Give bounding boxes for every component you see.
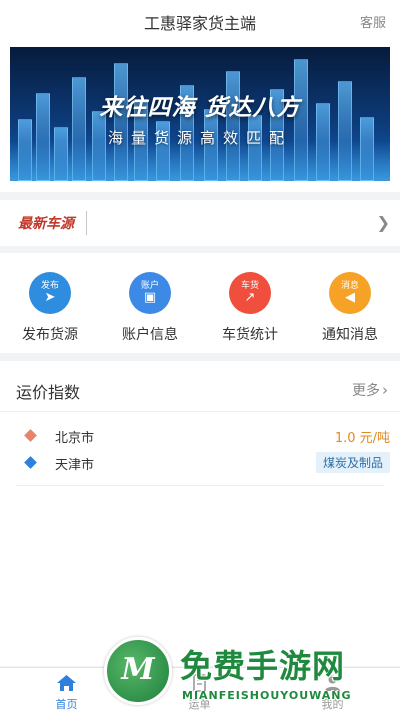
cargo-type-badge: 煤炭及制品	[315, 452, 390, 473]
publish-cargo-button[interactable]: 发布 ➤ 发布货源	[0, 253, 100, 353]
home-icon	[57, 675, 76, 691]
customer-service-button[interactable]: 客服	[360, 12, 386, 31]
latest-vehicles-logo: 最新车源	[18, 216, 74, 232]
paper-plane-icon: 发布 ➤	[29, 272, 71, 314]
banner-section: 来往四海 货达八方 海量货源高效匹配	[0, 40, 400, 192]
tab-label: 首页	[55, 698, 78, 711]
route-origin-row[interactable]: 北京市 1.0 元/吨	[0, 424, 400, 448]
latest-vehicles-bar[interactable]: 最新车源 ❯	[0, 200, 400, 246]
app-header: 工惠驿家货主端 客服	[0, 0, 400, 40]
freight-price: 1.0 元/吨	[334, 431, 390, 446]
chart-up-icon: 车货 ↗	[229, 272, 271, 314]
watermark-subtext: MIANFEISHOUYOUWANG	[182, 689, 352, 702]
quick-action-label: 通知消息	[322, 327, 378, 343]
vehicle-cargo-stats-button[interactable]: 车货 ↗ 车货统计	[200, 253, 300, 353]
chevron-right-icon: ›	[382, 381, 388, 399]
quick-actions: 发布 ➤ 发布货源 账户 ▣ 账户信息 车货 ↗ 车货统计 消息 ◀ 通知消息	[0, 253, 400, 353]
more-link[interactable]: 更多 ›	[352, 380, 388, 400]
quick-action-label: 车货统计	[222, 327, 278, 343]
banner-subtitle: 海量货源高效匹配	[107, 129, 292, 147]
section-title: 运价指数	[16, 383, 81, 402]
watermark-logo: M	[104, 637, 172, 705]
route-destination-row[interactable]: 天津市 煤炭及制品	[0, 451, 400, 475]
quick-action-label: 账户信息	[122, 327, 178, 343]
origin-city: 北京市	[55, 431, 95, 446]
destination-marker-icon	[24, 456, 37, 469]
page-title: 工惠驿家货主端	[143, 14, 256, 33]
divider	[0, 411, 400, 412]
wallet-icon: 账户 ▣	[129, 272, 171, 314]
origin-marker-icon	[24, 429, 37, 442]
notifications-button[interactable]: 消息 ◀ 通知消息	[300, 253, 400, 353]
quick-action-label: 发布货源	[22, 327, 78, 343]
watermark-text: 免费手游网	[180, 647, 346, 685]
account-info-button[interactable]: 账户 ▣ 账户信息	[100, 253, 200, 353]
speaker-icon: 消息 ◀	[329, 272, 371, 314]
banner-slogan: 来往四海 货达八方	[99, 95, 301, 121]
divider	[86, 211, 87, 235]
destination-city: 天津市	[55, 458, 95, 473]
promo-banner[interactable]: 来往四海 货达八方 海量货源高效匹配	[10, 47, 390, 181]
chevron-right-icon[interactable]: ❯	[377, 213, 390, 232]
divider	[16, 485, 384, 486]
freight-index-panel: 运价指数 更多 › 北京市 1.0 元/吨 天津市 煤炭及制品	[0, 361, 400, 666]
